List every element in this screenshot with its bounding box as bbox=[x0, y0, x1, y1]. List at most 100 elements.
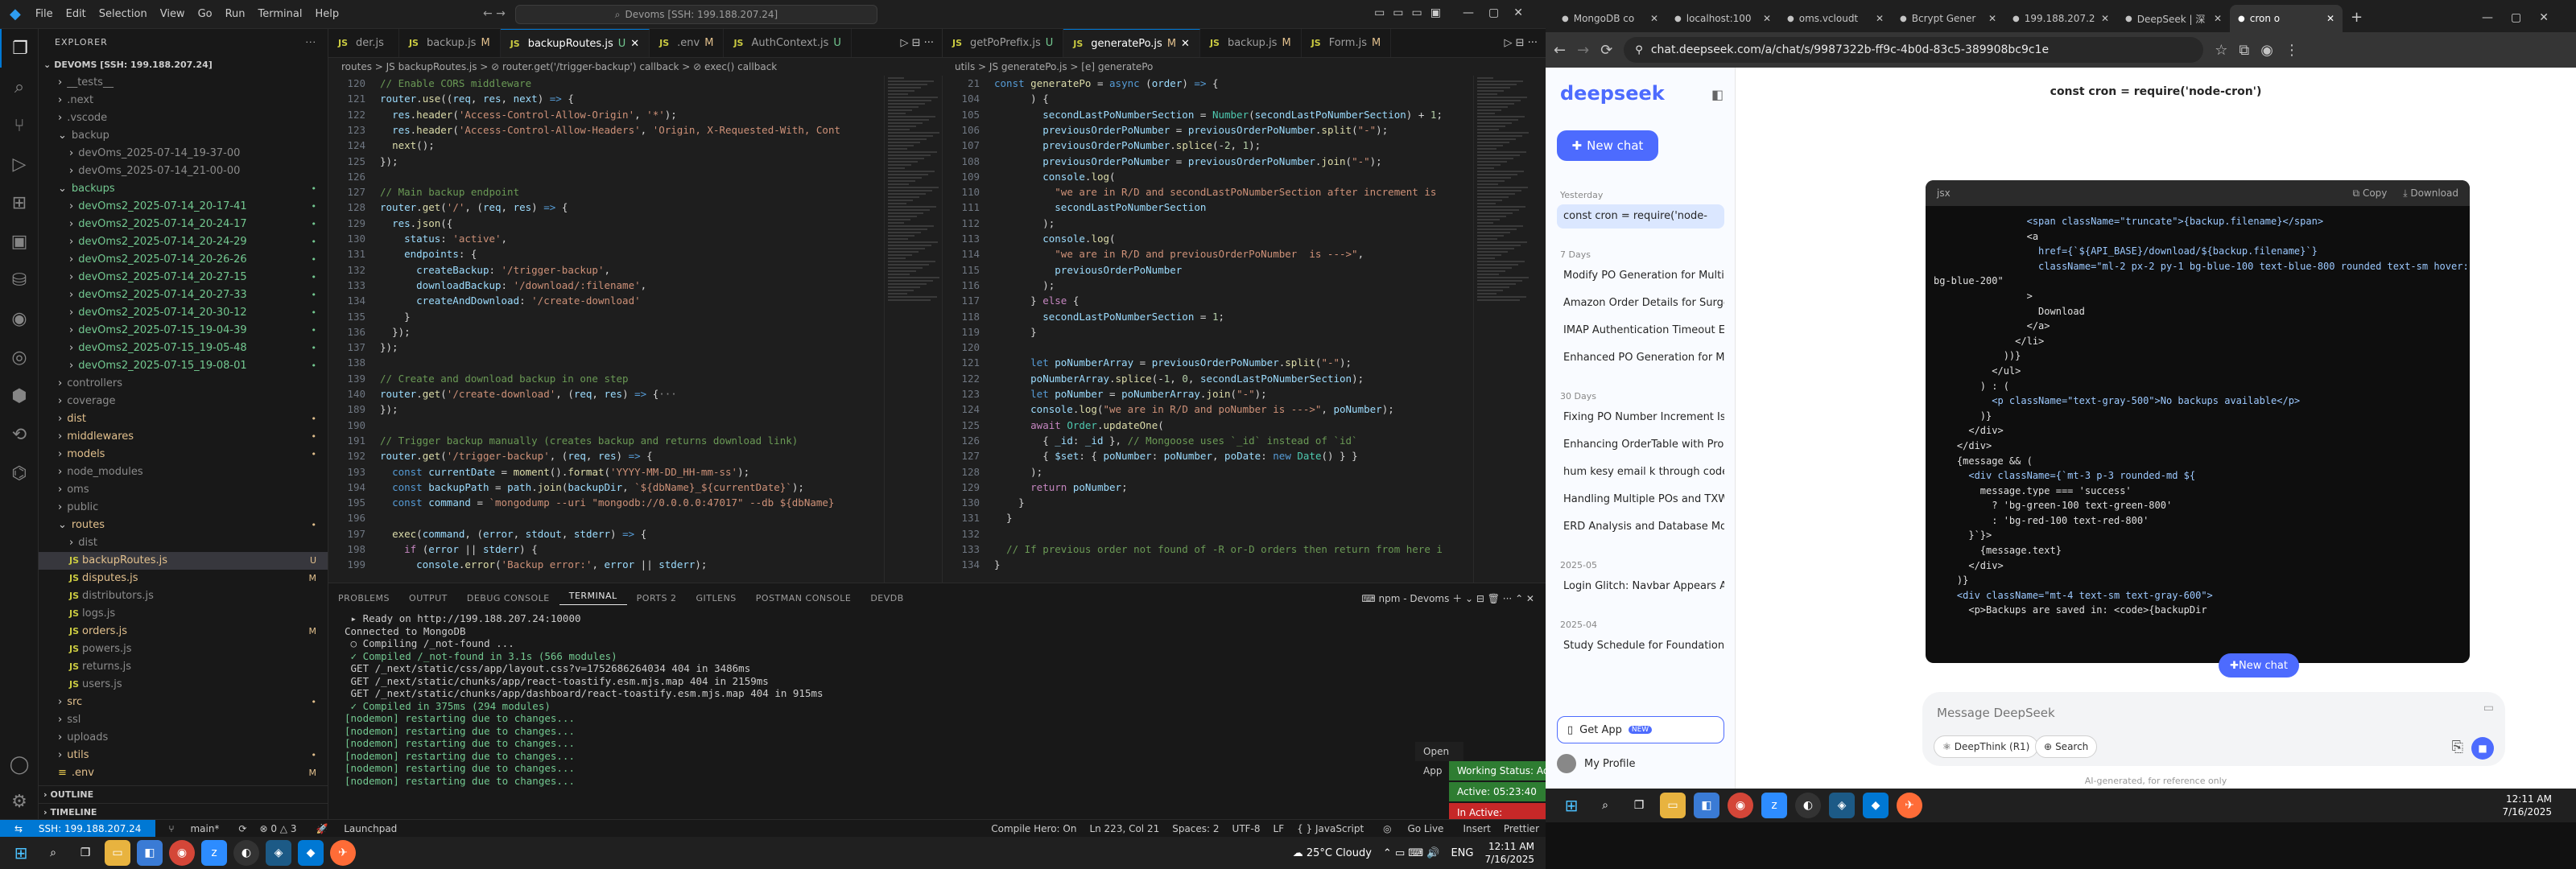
editor-tab[interactable]: JS der.js bbox=[328, 29, 399, 57]
address-bar[interactable]: ⚲ chat.deepseek.com/a/chat/s/9987322b-ff9… bbox=[1624, 37, 2204, 63]
chrome-menu-icon[interactable]: ⋮ bbox=[2285, 42, 2299, 59]
editor-tab[interactable]: JS .env M bbox=[650, 29, 724, 57]
taskbar-search-icon[interactable]: ⌕ bbox=[40, 840, 66, 866]
code-line[interactable]: return poNumber; bbox=[994, 480, 1127, 495]
store-icon[interactable]: ◧ bbox=[1694, 793, 1719, 818]
code-line[interactable]: previousOrderPoNumber = previousOrderPoN… bbox=[994, 154, 1381, 169]
windows-start-icon[interactable]: ⊞ bbox=[8, 840, 34, 866]
folder-item[interactable]: › devOms2_2025-07-14_20-24-17 • bbox=[39, 216, 328, 233]
code-line[interactable]: "we are in R/D and previousOrderPoNumber… bbox=[994, 246, 1364, 262]
panel-tab[interactable]: DEBUG CONSOLE bbox=[457, 593, 559, 603]
close-icon[interactable]: ✕ bbox=[1181, 30, 1190, 58]
code-line[interactable]: endpoints: { bbox=[380, 246, 477, 262]
extensions-icon[interactable]: ⊞ bbox=[0, 183, 39, 222]
file-explorer-icon[interactable]: ▭ bbox=[1660, 793, 1686, 818]
search-toggle[interactable]: ⊕ Search bbox=[2035, 735, 2098, 758]
open-app-button[interactable]: Open App bbox=[1415, 742, 1463, 776]
code-line[interactable]: console.log( bbox=[994, 169, 1115, 184]
history-item[interactable]: ERD Analysis and Database Mod bbox=[1557, 515, 1724, 539]
history-item[interactable]: Fixing PO Number Increment Iss bbox=[1557, 406, 1724, 430]
code-line[interactable]: await Order.updateOne( bbox=[994, 418, 1164, 433]
postman-icon[interactable]: ◎ bbox=[0, 338, 39, 377]
vscode-taskbar-icon[interactable]: ◆ bbox=[1863, 793, 1889, 818]
left-minimap[interactable] bbox=[884, 76, 940, 583]
code-line[interactable]: } bbox=[994, 557, 1001, 572]
panel-tab[interactable]: POSTMAN CONSOLE bbox=[746, 593, 861, 603]
sync-icon[interactable]: ⟳ bbox=[232, 823, 253, 834]
explorer-icon[interactable]: ❐ bbox=[0, 29, 39, 68]
code-line[interactable]: console.log( bbox=[994, 231, 1115, 246]
file-item[interactable]: ≡ .env M bbox=[39, 764, 328, 782]
browser-tab[interactable]: ● MongoDB co ✕ bbox=[1554, 5, 1666, 32]
code-line[interactable]: previousOrderPoNumber.splice(-2, 1); bbox=[994, 138, 1261, 153]
code-line[interactable]: } else { bbox=[994, 293, 1079, 308]
code-line[interactable]: } bbox=[994, 510, 1013, 525]
editor-actions[interactable]: ▷ ⊟ ··· bbox=[1496, 29, 1546, 57]
panel-tab[interactable]: GITLENS bbox=[687, 593, 746, 603]
menu-terminal[interactable]: Terminal bbox=[252, 8, 309, 20]
weather-widget[interactable]: ☁ 25°C Cloudy bbox=[1293, 847, 1372, 859]
gitlens-icon[interactable]: ◉ bbox=[0, 299, 39, 338]
folder-item[interactable]: › devOms2_2025-07-14_20-24-29 • bbox=[39, 233, 328, 251]
database-icon[interactable]: ⛁ bbox=[0, 261, 39, 299]
folder-item[interactable]: › models • bbox=[39, 446, 328, 463]
close-icon[interactable]: ✕ bbox=[1763, 13, 1771, 24]
back-icon[interactable]: ← bbox=[1554, 42, 1566, 59]
folder-item[interactable]: › devOms2_2025-07-15_19-05-48 • bbox=[39, 340, 328, 357]
menu-run[interactable]: Run bbox=[219, 8, 252, 20]
code-line[interactable]: } bbox=[994, 324, 1037, 340]
file-item[interactable]: JS orders.js M bbox=[39, 623, 328, 640]
code-line[interactable]: } bbox=[380, 309, 411, 324]
history-item[interactable]: Enhancing OrderTable with Pro bbox=[1557, 433, 1724, 457]
code-line[interactable]: console.log("we are in R/D and poNumber … bbox=[994, 402, 1394, 417]
tray-clock[interactable]: 12:11 AM 7/16/2025 bbox=[1484, 840, 1534, 866]
editor-actions[interactable]: ▷ ⊟ ··· bbox=[892, 29, 942, 57]
launchpad-button[interactable]: 🚀 Launchpad bbox=[303, 823, 410, 834]
code-line[interactable]: const currentDate = moment().format('YYY… bbox=[380, 464, 749, 480]
task-view-icon[interactable]: ❐ bbox=[1626, 793, 1652, 818]
browser-tab[interactable]: ● DeepSeek | 深 ✕ bbox=[2117, 5, 2230, 32]
close-icon[interactable]: ✕ bbox=[630, 30, 639, 58]
indentation[interactable]: Spaces: 2 bbox=[1166, 823, 1225, 834]
code-line[interactable]: router.get('/trigger-backup', (req, res)… bbox=[380, 448, 653, 463]
browser-tab[interactable]: ● localhost:100 ✕ bbox=[1666, 5, 1779, 32]
new-chat-button[interactable]: ✚ New chat bbox=[1557, 130, 1658, 161]
folder-item[interactable]: › controllers bbox=[39, 375, 328, 393]
file-item[interactable]: JS backupRoutes.js U bbox=[39, 552, 328, 570]
file-item[interactable]: JS disputes.js M bbox=[39, 570, 328, 587]
panel-tab[interactable]: DEVDB bbox=[861, 593, 913, 603]
code-line[interactable]: "we are in R/D and secondLastPoNumberSec… bbox=[994, 184, 1436, 200]
code-line[interactable]: { $set: { poNumber: poNumber, poDate: ne… bbox=[994, 448, 1357, 463]
code-content[interactable]: <span className="truncate">{backup.filen… bbox=[1926, 206, 2470, 618]
editor-tab[interactable]: JS Form.js M bbox=[1302, 29, 1392, 57]
terminal-selector[interactable]: ⌨ npm - Devoms ＋ ⌄ ⊟ 🗑 ··· ⌃ ✕ bbox=[1361, 591, 1534, 605]
code-line[interactable]: // If previous order not found of -R or-… bbox=[994, 542, 1443, 557]
folder-item[interactable]: › uploads bbox=[39, 729, 328, 747]
menu-selection[interactable]: Selection bbox=[93, 8, 154, 20]
language-mode[interactable]: { } JavaScript bbox=[1290, 823, 1370, 834]
chrome-taskbar-icon[interactable]: ◉ bbox=[1728, 793, 1753, 818]
code-line[interactable]: createAndDownload: '/create-download' bbox=[380, 293, 640, 308]
forward-icon[interactable]: → bbox=[1577, 42, 1589, 59]
store-icon[interactable]: ◧ bbox=[137, 840, 163, 866]
more-actions-icon[interactable]: ··· bbox=[306, 29, 317, 56]
history-item[interactable]: Modify PO Generation for Multi bbox=[1557, 264, 1724, 288]
code-line[interactable]: // Enable CORS middleware bbox=[380, 76, 531, 91]
extensions-puzzle-icon[interactable]: ⧉ bbox=[2239, 42, 2249, 59]
close-icon[interactable]: ✕ bbox=[1988, 13, 1996, 24]
code-line[interactable]: // Main backup endpoint bbox=[380, 184, 519, 200]
browser-tab[interactable]: ● cron o ✕ bbox=[2230, 5, 2343, 32]
editor-tab[interactable]: JS AuthContext.js U bbox=[724, 29, 852, 57]
code-line[interactable]: res.header('Access-Control-Allow-Origin'… bbox=[380, 107, 677, 122]
folder-item[interactable]: › devOms2_2025-07-14_20-30-12 • bbox=[39, 304, 328, 322]
expand-icon[interactable]: ▭ bbox=[2483, 702, 2494, 715]
code-line[interactable]: }); bbox=[380, 402, 398, 417]
tray-clock-2[interactable]: 12:11 AM 7/16/2025 bbox=[2502, 793, 2576, 818]
python-icon[interactable]: ⌬ bbox=[0, 454, 39, 492]
app-circle-icon[interactable]: ◐ bbox=[1795, 793, 1821, 818]
remote-indicator[interactable]: ⇆ SSH: 199.188.207.24 bbox=[0, 819, 156, 838]
code-line[interactable]: router.get('/create-download', (req, res… bbox=[380, 386, 677, 402]
editor-tab[interactable]: JS backup.js M bbox=[399, 29, 501, 57]
code-line[interactable]: previousOrderPoNumber bbox=[994, 262, 1182, 278]
folder-item[interactable]: › devOms2_2025-07-14_20-27-15 • bbox=[39, 269, 328, 286]
